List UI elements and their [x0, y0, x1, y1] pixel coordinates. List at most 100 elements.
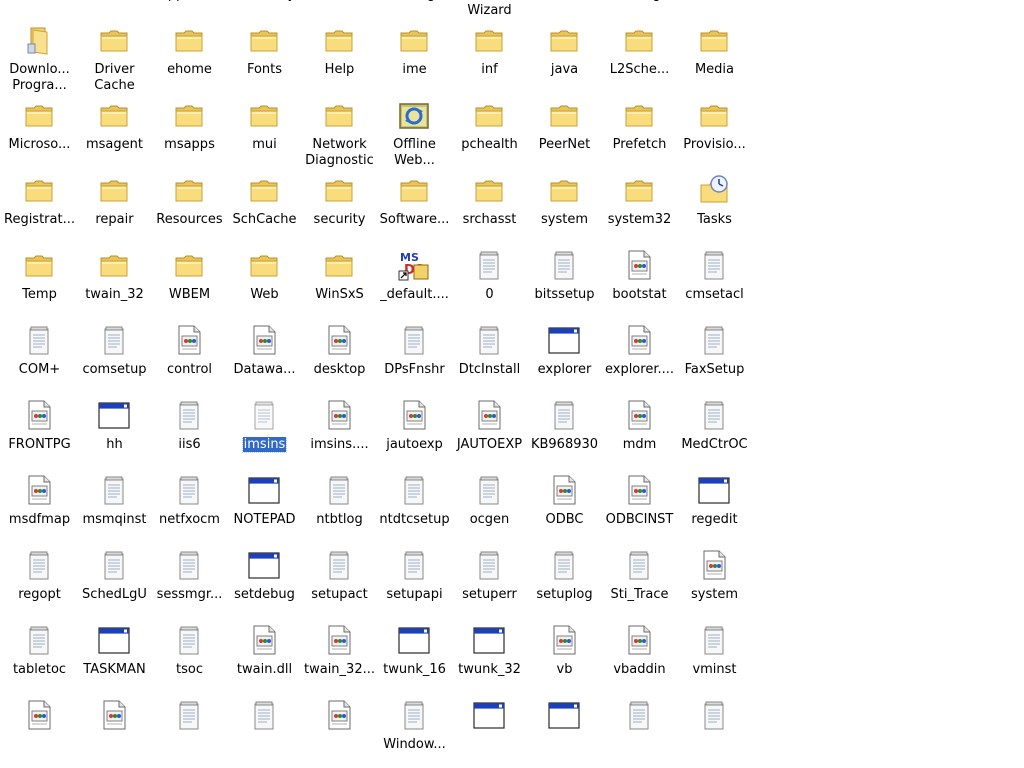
file-item[interactable]: Resources [152, 165, 227, 240]
file-item[interactable]: FaxSetup [677, 315, 752, 390]
file-item[interactable]: Network Diagnostic [302, 90, 377, 168]
file-item[interactable]: java [527, 15, 602, 90]
file-item[interactable]: mdm [602, 390, 677, 465]
file-item[interactable]: explorer [527, 315, 602, 390]
file-item[interactable]: setupact [302, 540, 377, 615]
file-item[interactable]: bitssetup [527, 240, 602, 315]
file-item[interactable]: system [677, 540, 752, 615]
file-item[interactable]: regedit [677, 465, 752, 540]
file-item[interactable]: iis6 [152, 390, 227, 465]
file-item[interactable]: DPsFnshr [377, 315, 452, 390]
file-item[interactable]: vminst [677, 615, 752, 690]
file-item[interactable]: system [527, 165, 602, 240]
file-item[interactable]: twain_32 [77, 240, 152, 315]
file-item[interactable] [452, 690, 527, 765]
file-item[interactable]: setdebug [227, 540, 302, 615]
file-item[interactable]: WinSxS [302, 240, 377, 315]
file-item[interactable]: Prefetch [602, 90, 677, 165]
file-item[interactable]: Provisio... [677, 90, 752, 165]
file-item[interactable]: control [152, 315, 227, 390]
file-item[interactable]: Offline Web... [377, 90, 452, 168]
file-item[interactable]: Software... [377, 165, 452, 240]
file-item[interactable]: hh [77, 390, 152, 465]
file-item[interactable]: jautoexp [377, 390, 452, 465]
file-item[interactable]: ODBCINST [602, 465, 677, 540]
file-item[interactable]: ehome [152, 15, 227, 90]
file-item[interactable]: Cursors [527, 0, 602, 15]
file-item[interactable]: repair [77, 165, 152, 240]
file-item[interactable]: Media [677, 15, 752, 90]
file-item[interactable] [227, 690, 302, 765]
file-item[interactable]: MSDS _default.... [377, 240, 452, 315]
file-item[interactable]: system32 [602, 165, 677, 240]
file-item[interactable]: Tasks [677, 165, 752, 240]
file-item[interactable]: NOTEPAD [227, 465, 302, 540]
file-item[interactable] [152, 690, 227, 765]
file-item[interactable]: twain.dll [227, 615, 302, 690]
file-item[interactable]: BitLocke... [302, 0, 377, 15]
file-item[interactable] [302, 690, 377, 765]
file-item[interactable]: ocgen [452, 465, 527, 540]
file-item[interactable]: addins [77, 0, 152, 15]
file-item[interactable]: JAUTOEXP [452, 390, 527, 465]
file-item[interactable] [2, 690, 77, 765]
file-item[interactable]: tabletoc [2, 615, 77, 690]
file-item[interactable]: L2Sche... [602, 15, 677, 90]
file-item[interactable]: MedCtrOC [677, 390, 752, 465]
file-item[interactable]: Downlo... Progra... [2, 15, 77, 93]
file-item[interactable]: $NtUnin... [2, 0, 77, 15]
file-item[interactable]: 0 [452, 240, 527, 315]
file-item[interactable]: ntbtlog [302, 465, 377, 540]
file-item[interactable]: setuperr [452, 540, 527, 615]
file-item[interactable]: explorer.... [602, 315, 677, 390]
file-item[interactable]: Help [302, 15, 377, 90]
file-item[interactable]: twunk_32 [452, 615, 527, 690]
file-item[interactable]: AppPatch [152, 0, 227, 15]
file-item[interactable]: srchasst [452, 165, 527, 240]
file-item[interactable]: setuplog [527, 540, 602, 615]
file-item[interactable]: vb [527, 615, 602, 690]
file-item[interactable]: msagent [77, 90, 152, 165]
file-item[interactable]: COM+ [2, 315, 77, 390]
file-item[interactable]: inf [452, 15, 527, 90]
file-item[interactable] [677, 690, 752, 765]
file-item[interactable]: Debug [602, 0, 677, 15]
file-item[interactable]: SchCache [227, 165, 302, 240]
file-item[interactable]: SchedLgU [77, 540, 152, 615]
file-item[interactable]: desktop [302, 315, 377, 390]
file-item[interactable]: KB968930 [527, 390, 602, 465]
file-item[interactable] [602, 690, 677, 765]
file-item[interactable]: bootstat [602, 240, 677, 315]
file-item[interactable]: sessmgr... [152, 540, 227, 615]
file-item[interactable]: security [302, 165, 377, 240]
file-item[interactable]: Temp [2, 240, 77, 315]
file-item[interactable]: Datawa... [227, 315, 302, 390]
file-item[interactable]: cmsetacl [677, 240, 752, 315]
file-item[interactable]: assembly [227, 0, 302, 15]
file-item[interactable]: msapps [152, 90, 227, 165]
file-item[interactable]: comsetup [77, 315, 152, 390]
file-item[interactable]: Config [377, 0, 452, 15]
file-item[interactable]: vbaddin [602, 615, 677, 690]
file-item[interactable]: Connect...Wizard [452, 0, 527, 18]
file-item[interactable]: msmqinst [77, 465, 152, 540]
file-item[interactable]: netfxocm [152, 465, 227, 540]
file-item[interactable]: setupapi [377, 540, 452, 615]
file-item[interactable]: msdfmap [2, 465, 77, 540]
file-item[interactable]: FRONTPG [2, 390, 77, 465]
file-item[interactable]: Window... [377, 690, 452, 765]
file-item[interactable]: Registrat... [2, 165, 77, 240]
file-item[interactable]: regopt [2, 540, 77, 615]
file-item[interactable]: Driver Cache [77, 15, 152, 93]
file-item[interactable]: mui [227, 90, 302, 165]
file-item[interactable]: ODBC [527, 465, 602, 540]
file-item[interactable]: PeerNet [527, 90, 602, 165]
file-item[interactable] [77, 690, 152, 765]
file-item[interactable]: Microso... [2, 90, 77, 165]
file-item[interactable]: twain_32... [302, 615, 377, 690]
file-item[interactable]: Fonts [227, 15, 302, 90]
file-item[interactable]: dot3svc [677, 0, 752, 15]
file-item[interactable]: ime [377, 15, 452, 90]
file-item[interactable]: WBEM [152, 240, 227, 315]
file-item[interactable]: Web [227, 240, 302, 315]
